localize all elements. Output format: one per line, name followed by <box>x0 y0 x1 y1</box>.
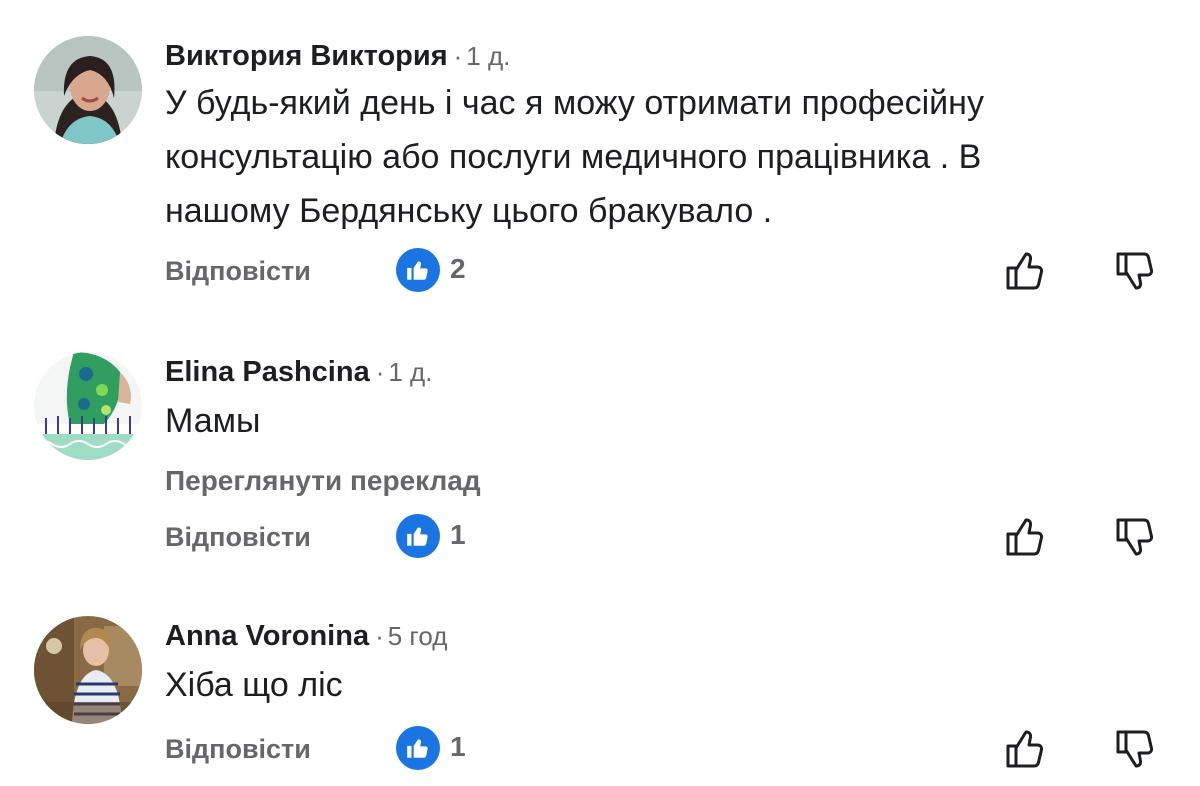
like-count: 2 <box>450 253 466 284</box>
comment-text: Мамы <box>165 402 261 440</box>
thumbs-down-outline-icon[interactable] <box>1110 512 1160 562</box>
separator: · <box>375 621 384 651</box>
thumbs-down-outline-icon[interactable] <box>1110 724 1160 774</box>
timestamp[interactable]: 1 д. <box>388 357 432 387</box>
thumbs-up-outline-icon[interactable] <box>1000 246 1050 296</box>
thumbs-up-icon <box>396 248 440 292</box>
comment-text: У будь-який день і час я можу отримати п… <box>165 84 984 230</box>
avatar[interactable] <box>34 352 142 460</box>
like-count: 1 <box>450 519 466 550</box>
reply-button[interactable]: Відповісти <box>165 522 311 553</box>
separator: · <box>453 41 463 71</box>
thumbs-up-icon <box>396 514 440 558</box>
thumbs-up-outline-icon[interactable] <box>1000 724 1050 774</box>
thumbs-up-icon <box>396 726 440 770</box>
timestamp[interactable]: 1 д. <box>466 41 510 71</box>
comment-text: Хіба що ліс <box>165 666 343 704</box>
avatar-image <box>34 352 142 460</box>
comment-header: Виктория Виктория · 1 д. <box>165 40 510 73</box>
comment-actions: Відповісти 1 <box>0 514 1200 564</box>
reply-button[interactable]: Відповісти <box>165 734 311 765</box>
author-name[interactable]: Anna Voronina <box>165 620 369 652</box>
comment-header: Elina Pashcina · 1 д. <box>165 356 432 389</box>
thumbs-up-outline-icon[interactable] <box>1000 512 1050 562</box>
reply-button[interactable]: Відповісти <box>165 256 311 287</box>
like-count: 1 <box>450 731 466 762</box>
comment-actions: Відповісти 1 <box>0 726 1200 776</box>
thumbs-down-outline-icon[interactable] <box>1110 246 1160 296</box>
comment-header: Anna Voronina · 5 год <box>165 620 447 653</box>
avatar[interactable] <box>34 36 142 144</box>
see-translation-link[interactable]: Переглянути переклад <box>165 465 481 497</box>
author-name[interactable]: Elina Pashcina <box>165 356 370 388</box>
separator: · <box>375 357 385 387</box>
timestamp[interactable]: 5 год <box>388 621 448 651</box>
author-name[interactable]: Виктория Виктория <box>165 40 448 72</box>
avatar[interactable] <box>34 616 142 724</box>
avatar-image <box>34 36 142 144</box>
avatar-image <box>34 616 142 724</box>
comment-actions: Відповісти 2 <box>0 248 1200 298</box>
